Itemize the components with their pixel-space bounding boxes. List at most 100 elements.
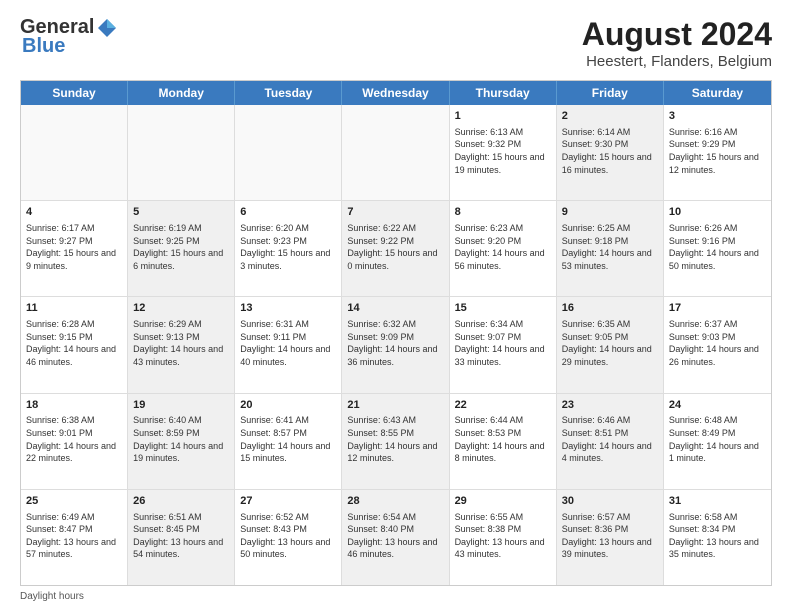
cell-info: Sunrise: 6:48 AM Sunset: 8:49 PM Dayligh… [669, 414, 766, 464]
cal-cell-21: 21Sunrise: 6:43 AM Sunset: 8:55 PM Dayli… [342, 394, 449, 489]
cal-cell-empty-0-0 [21, 105, 128, 200]
cell-info: Sunrise: 6:35 AM Sunset: 9:05 PM Dayligh… [562, 318, 658, 368]
cal-cell-19: 19Sunrise: 6:40 AM Sunset: 8:59 PM Dayli… [128, 394, 235, 489]
cal-header-day-wednesday: Wednesday [342, 81, 449, 105]
day-number: 28 [347, 494, 443, 509]
cal-cell-empty-0-2 [235, 105, 342, 200]
cal-cell-empty-0-1 [128, 105, 235, 200]
calendar: SundayMondayTuesdayWednesdayThursdayFrid… [20, 80, 772, 586]
cal-cell-27: 27 Sunrise: 6:52 AM Sunset: 8:43 PM Dayli… [235, 490, 342, 585]
day-number: 26 [133, 494, 229, 509]
day-number: 24 [669, 398, 766, 413]
cal-cell-12: 12 Sunrise: 6:29 AM Sunset: 9:13 PM Dayli… [128, 297, 235, 392]
day-number: 13 [240, 301, 336, 316]
cal-header-day-sunday: Sunday [21, 81, 128, 105]
cal-row-4: 25 Sunrise: 6:49 AM Sunset: 8:47 PM Dayli… [21, 490, 771, 585]
cell-info: Sunrise: 6:26 AM Sunset: 9:16 PM Dayligh… [669, 222, 766, 272]
cal-cell-25: 25 Sunrise: 6:49 AM Sunset: 8:47 PM Dayli… [21, 490, 128, 585]
cal-cell-7: 7 Sunrise: 6:22 AM Sunset: 9:22 PM Daylig… [342, 201, 449, 296]
cell-info: Sunrise: 6:57 AM Sunset: 8:36 PM Dayligh… [562, 511, 658, 561]
day-number: 31 [669, 494, 766, 509]
day-number: 25 [26, 494, 122, 509]
cal-cell-24: 24Sunrise: 6:48 AM Sunset: 8:49 PM Dayli… [664, 394, 771, 489]
day-number: 30 [562, 494, 658, 509]
cell-info: Sunrise: 6:41 AM Sunset: 8:57 PM Dayligh… [240, 414, 336, 464]
cal-cell-6: 6 Sunrise: 6:20 AM Sunset: 9:23 PM Daylig… [235, 201, 342, 296]
title-block: August 2024 Heestert, Flanders, Belgium [582, 16, 772, 70]
cal-cell-3: 3Sunrise: 6:16 AM Sunset: 9:29 PM Daylig… [664, 105, 771, 200]
logo-flag-icon [96, 17, 118, 39]
main-title: August 2024 [582, 16, 772, 53]
cal-cell-15: 15Sunrise: 6:34 AM Sunset: 9:07 PM Dayli… [450, 297, 557, 392]
cal-cell-13: 13 Sunrise: 6:31 AM Sunset: 9:11 PM Dayli… [235, 297, 342, 392]
day-number: 22 [455, 398, 551, 413]
cell-info: Sunrise: 6:52 AM Sunset: 8:43 PM Dayligh… [240, 511, 336, 561]
cell-info: Sunrise: 6:58 AM Sunset: 8:34 PM Dayligh… [669, 511, 766, 561]
cal-row-2: 11Sunrise: 6:28 AM Sunset: 9:15 PM Dayli… [21, 297, 771, 393]
cal-cell-empty-0-3 [342, 105, 449, 200]
day-number: 8 [455, 205, 551, 220]
day-number: 4 [26, 205, 122, 220]
day-number: 14 [347, 301, 443, 316]
day-number: 7 [347, 205, 443, 220]
day-number: 10 [669, 205, 766, 220]
cal-header-day-tuesday: Tuesday [235, 81, 342, 105]
day-number: 20 [240, 398, 336, 413]
day-number: 16 [562, 301, 658, 316]
cell-info: Sunrise: 6:43 AM Sunset: 8:55 PM Dayligh… [347, 414, 443, 464]
cell-info: Sunrise: 6:54 AM Sunset: 8:40 PM Dayligh… [347, 511, 443, 561]
cell-info: Sunrise: 6:37 AM Sunset: 9:03 PM Dayligh… [669, 318, 766, 368]
footer-note: Daylight hours [20, 591, 772, 602]
day-number: 9 [562, 205, 658, 220]
subtitle: Heestert, Flanders, Belgium [582, 53, 772, 70]
cal-cell-14: 14 Sunrise: 6:32 AM Sunset: 9:09 PM Dayli… [342, 297, 449, 392]
cell-info: Sunrise: 6:16 AM Sunset: 9:29 PM Dayligh… [669, 126, 766, 176]
day-number: 29 [455, 494, 551, 509]
cal-cell-26: 26 Sunrise: 6:51 AM Sunset: 8:45 PM Dayli… [128, 490, 235, 585]
cal-cell-2: 2 Sunrise: 6:14 AM Sunset: 9:30 PM Daylig… [557, 105, 664, 200]
header: General Blue August 2024 Heestert, Fland… [20, 16, 772, 70]
cell-info: Sunrise: 6:51 AM Sunset: 8:45 PM Dayligh… [133, 511, 229, 561]
cal-cell-29: 29 Sunrise: 6:55 AM Sunset: 8:38 PM Dayli… [450, 490, 557, 585]
cal-cell-30: 30 Sunrise: 6:57 AM Sunset: 8:36 PM Dayli… [557, 490, 664, 585]
cal-cell-23: 23Sunrise: 6:46 AM Sunset: 8:51 PM Dayli… [557, 394, 664, 489]
cal-cell-28: 28 Sunrise: 6:54 AM Sunset: 8:40 PM Dayli… [342, 490, 449, 585]
cell-info: Sunrise: 6:13 AM Sunset: 9:32 PM Dayligh… [455, 126, 551, 176]
cell-info: Sunrise: 6:32 AM Sunset: 9:09 PM Dayligh… [347, 318, 443, 368]
cell-info: Sunrise: 6:23 AM Sunset: 9:20 PM Dayligh… [455, 222, 551, 272]
cell-info: Sunrise: 6:14 AM Sunset: 9:30 PM Dayligh… [562, 126, 658, 176]
day-number: 5 [133, 205, 229, 220]
cal-cell-8: 8 Sunrise: 6:23 AM Sunset: 9:20 PM Daylig… [450, 201, 557, 296]
day-number: 19 [133, 398, 229, 413]
cell-info: Sunrise: 6:31 AM Sunset: 9:11 PM Dayligh… [240, 318, 336, 368]
cell-info: Sunrise: 6:20 AM Sunset: 9:23 PM Dayligh… [240, 222, 336, 272]
cal-cell-31: 31 Sunrise: 6:58 AM Sunset: 8:34 PM Dayli… [664, 490, 771, 585]
cell-info: Sunrise: 6:17 AM Sunset: 9:27 PM Dayligh… [26, 222, 122, 272]
cal-cell-17: 17Sunrise: 6:37 AM Sunset: 9:03 PM Dayli… [664, 297, 771, 392]
day-number: 12 [133, 301, 229, 316]
cell-info: Sunrise: 6:46 AM Sunset: 8:51 PM Dayligh… [562, 414, 658, 464]
cell-info: Sunrise: 6:40 AM Sunset: 8:59 PM Dayligh… [133, 414, 229, 464]
cal-cell-9: 9 Sunrise: 6:25 AM Sunset: 9:18 PM Daylig… [557, 201, 664, 296]
calendar-header: SundayMondayTuesdayWednesdayThursdayFrid… [21, 81, 771, 105]
cal-header-day-thursday: Thursday [450, 81, 557, 105]
day-number: 6 [240, 205, 336, 220]
cell-info: Sunrise: 6:34 AM Sunset: 9:07 PM Dayligh… [455, 318, 551, 368]
cal-cell-10: 10 Sunrise: 6:26 AM Sunset: 9:16 PM Dayli… [664, 201, 771, 296]
cell-info: Sunrise: 6:49 AM Sunset: 8:47 PM Dayligh… [26, 511, 122, 561]
day-number: 2 [562, 109, 658, 124]
cell-info: Sunrise: 6:55 AM Sunset: 8:38 PM Dayligh… [455, 511, 551, 561]
cal-row-3: 18Sunrise: 6:38 AM Sunset: 9:01 PM Dayli… [21, 394, 771, 490]
cal-cell-1: 1Sunrise: 6:13 AM Sunset: 9:32 PM Daylig… [450, 105, 557, 200]
cal-cell-4: 4 Sunrise: 6:17 AM Sunset: 9:27 PM Daylig… [21, 201, 128, 296]
day-number: 27 [240, 494, 336, 509]
cell-info: Sunrise: 6:28 AM Sunset: 9:15 PM Dayligh… [26, 318, 122, 368]
cell-info: Sunrise: 6:29 AM Sunset: 9:13 PM Dayligh… [133, 318, 229, 368]
cell-info: Sunrise: 6:38 AM Sunset: 9:01 PM Dayligh… [26, 414, 122, 464]
calendar-body: 1Sunrise: 6:13 AM Sunset: 9:32 PM Daylig… [21, 105, 771, 585]
cal-cell-5: 5Sunrise: 6:19 AM Sunset: 9:25 PM Daylig… [128, 201, 235, 296]
cell-info: Sunrise: 6:22 AM Sunset: 9:22 PM Dayligh… [347, 222, 443, 272]
cal-header-day-friday: Friday [557, 81, 664, 105]
day-number: 21 [347, 398, 443, 413]
cell-info: Sunrise: 6:25 AM Sunset: 9:18 PM Dayligh… [562, 222, 658, 272]
